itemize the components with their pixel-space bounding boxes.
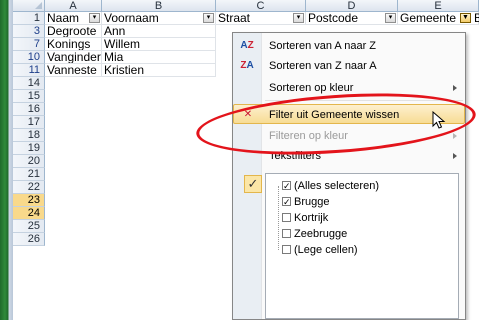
column-header-d[interactable]: D <box>306 0 398 12</box>
row-header[interactable]: 22 <box>13 181 45 194</box>
header-label: B <box>474 12 479 24</box>
submenu-arrow-icon <box>453 153 457 159</box>
row-header[interactable]: 10 <box>13 51 45 64</box>
cell-voornaam[interactable]: Willem <box>102 38 216 51</box>
row-header[interactable]: 7 <box>13 38 45 51</box>
cell-naam[interactable]: Vanginder <box>45 51 102 64</box>
checkbox-partial[interactable]: ✓ <box>282 181 291 191</box>
filter-active-icon-gemeente[interactable]: ▼ <box>460 13 471 23</box>
sort-az-icon: AZ <box>240 40 254 51</box>
column-header-e[interactable]: E <box>398 0 479 12</box>
header-label: Straat <box>218 12 251 25</box>
row-header[interactable]: 25 <box>13 220 45 233</box>
menu-item-filter-by-color[interactable]: Filteren op kleur <box>233 126 465 146</box>
header-label: Postcode <box>308 12 359 25</box>
column-header-a[interactable]: A <box>45 0 102 12</box>
tree-connector <box>278 186 279 250</box>
filter-values-list: ✓ (Alles selecteren) ✓ Brugge Kortrijk Z… <box>265 173 459 319</box>
checkbox-unchecked[interactable] <box>282 213 291 222</box>
row-header[interactable]: 16 <box>13 103 45 116</box>
cell-voornaam[interactable]: Kristien <box>102 64 216 77</box>
filter-dropdown-naam[interactable]: ▾ <box>89 13 100 23</box>
cell-naam[interactable]: Degroote <box>45 25 102 38</box>
column-header-b[interactable]: B <box>102 0 216 12</box>
checkbox-unchecked[interactable] <box>282 245 291 254</box>
checkmark-icon: ✓ <box>244 175 262 193</box>
filter-dropdown-voornaam[interactable]: ▾ <box>203 13 214 23</box>
row-header[interactable]: 20 <box>13 155 45 168</box>
menu-item-text-filters[interactable]: Tekstfilters <box>233 146 465 166</box>
checkbox-unchecked[interactable] <box>282 229 291 238</box>
row-header[interactable]: 21 <box>13 168 45 181</box>
header-cell-voornaam[interactable]: Voornaam <box>102 12 216 25</box>
mouse-cursor-icon <box>432 111 446 129</box>
cell-naam[interactable]: Konings <box>45 38 102 51</box>
menu-item-sort-by-color[interactable]: Sorteren op kleur <box>233 78 465 98</box>
row-header[interactable]: 14 <box>13 77 45 90</box>
select-all-corner[interactable] <box>13 0 45 12</box>
cell-voornaam[interactable]: Mia <box>102 51 216 64</box>
window-frame-left <box>0 0 13 320</box>
filter-dropdown-straat[interactable]: ▾ <box>293 13 304 23</box>
row-header[interactable]: 1 <box>13 12 45 25</box>
header-label: Voornaam <box>104 12 159 25</box>
header-cell-next[interactable]: B <box>472 12 479 25</box>
column-header-c[interactable]: C <box>216 0 306 12</box>
row-header-highlighted[interactable]: 23 <box>13 194 45 207</box>
row-header[interactable]: 18 <box>13 129 45 142</box>
menu-item-clear-filter[interactable]: ✕ Filter uit Gemeente wissen <box>233 104 465 124</box>
row-header[interactable]: 15 <box>13 90 45 103</box>
menu-separator <box>265 100 463 101</box>
submenu-arrow-icon <box>453 85 457 91</box>
menu-item-sort-a-z[interactable]: AZ Sorteren van A naar Z <box>233 36 465 56</box>
row-header[interactable]: 26 <box>13 233 45 246</box>
row-header[interactable]: 19 <box>13 142 45 155</box>
menu-item-sort-z-a[interactable]: ZA Sorteren van Z naar A <box>233 56 465 76</box>
filter-dropdown-postcode[interactable]: ▾ <box>385 13 396 23</box>
header-label: Naam <box>47 12 80 25</box>
header-label: Gemeente <box>400 12 457 25</box>
submenu-arrow-icon <box>453 133 457 139</box>
row-header-highlighted[interactable]: 24 <box>13 207 45 220</box>
row-header[interactable]: 17 <box>13 116 45 129</box>
row-header[interactable]: 3 <box>13 25 45 38</box>
row-header[interactable]: 11 <box>13 64 45 77</box>
checkbox-checked[interactable]: ✓ <box>282 197 291 207</box>
cell-voornaam[interactable]: Ann <box>102 25 216 38</box>
cell-naam[interactable]: Vanneste <box>45 64 102 77</box>
clear-filter-icon: ✕ <box>243 109 253 120</box>
sort-za-icon: ZA <box>240 60 254 71</box>
autofilter-menu: AZ Sorteren van A naar Z ZA Sorteren van… <box>232 32 466 320</box>
